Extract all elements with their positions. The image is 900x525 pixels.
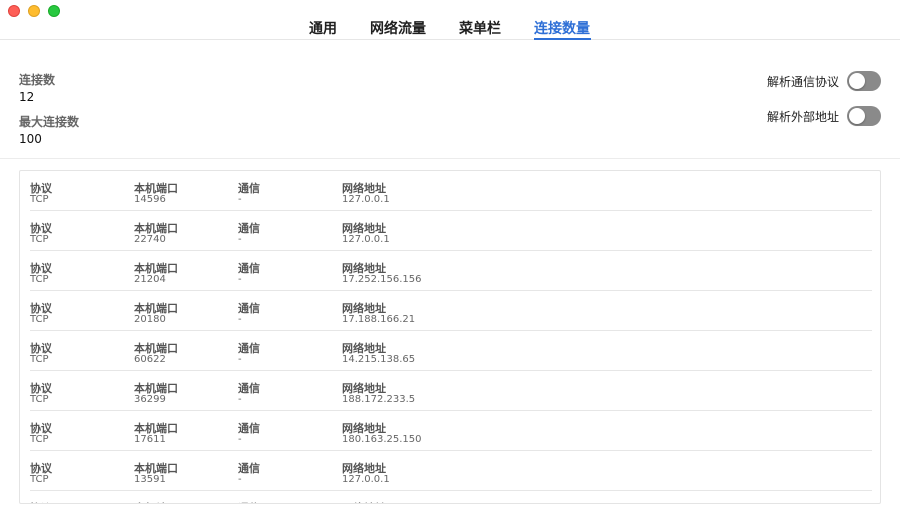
list-item[interactable]: 协议 本机端口 通信 网络地址 TCP 36299 - 188.172.233.… (20, 371, 880, 411)
window-titlebar: 通用 网络流量 菜单栏 连接数量 (0, 0, 900, 40)
close-window-button[interactable] (8, 5, 20, 17)
protocol-value: TCP (30, 194, 49, 205)
connections-label: 连接数 (19, 73, 56, 87)
protocol-value: TCP (30, 354, 49, 365)
tab-menubar[interactable]: 菜单栏 (459, 18, 501, 38)
protocol-value: TCP (30, 314, 49, 325)
parse-address-toggle[interactable] (847, 106, 881, 126)
comm-value: - (238, 394, 242, 405)
local-port-value: 14596 (134, 194, 166, 205)
comm-value: - (238, 274, 242, 285)
address-value: 17.252.156.156 (342, 274, 422, 285)
address-value: 17.188.166.21 (342, 314, 416, 325)
comm-value: - (238, 434, 242, 445)
comm-value: - (238, 474, 242, 485)
connections-list[interactable]: 协议 本机端口 通信 网络地址 TCP 14596 - 127.0.0.1 协议… (19, 170, 881, 504)
list-item[interactable]: 协议 本机端口 通信 网络地址 TCP 17611 - 180.163.25.1… (20, 411, 880, 451)
comm-header: 通信 (238, 500, 260, 503)
local-port-value: 17611 (134, 434, 166, 445)
comm-value: - (238, 234, 242, 245)
list-item[interactable]: 协议 本机端口 通信 网络地址 TCP 14596 - 127.0.0.1 (20, 171, 880, 211)
max-connections-value: 100 (19, 132, 42, 146)
connection-summary: 连接数 12 最大连接数 100 解析通信协议 解析外部地址 (0, 40, 900, 159)
protocol-value: TCP (30, 394, 49, 405)
local-port-value: 22740 (134, 234, 166, 245)
parse-address-label: 解析外部地址 (766, 109, 839, 124)
address-value: 127.0.0.1 (342, 194, 390, 205)
local-port-header: 本机端口 (134, 500, 178, 503)
local-port-value: 20180 (134, 314, 166, 325)
max-connections-label: 最大连接数 (19, 115, 80, 129)
connections-value: 12 (19, 90, 35, 104)
list-item[interactable]: 协议 本机端口 通信 网络地址 TCP 21204 - 17.252.156.1… (20, 251, 880, 291)
local-port-value: 36299 (134, 394, 166, 405)
list-item[interactable]: 协议 本机端口 通信 网络地址 TCP 13591 - 127.0.0.1 (20, 451, 880, 491)
preference-tabs: 通用 网络流量 菜单栏 连接数量 (0, 18, 900, 40)
parse-protocol-toggle[interactable] (847, 71, 881, 91)
address-value: 127.0.0.1 (342, 474, 390, 485)
protocol-value: TCP (30, 474, 49, 485)
comm-value: - (238, 354, 242, 365)
tab-general[interactable]: 通用 (309, 18, 337, 38)
tab-connections[interactable]: 连接数量 (534, 18, 590, 38)
list-item[interactable]: 协议 本机端口 通信 网络地址 TCP 22740 - 127.0.0.1 (20, 211, 880, 251)
toggle-knob (849, 73, 865, 89)
local-port-value: 13591 (134, 474, 166, 485)
list-item[interactable]: 协议 本机端口 通信 网络地址 (20, 491, 880, 503)
parse-address-row: 解析外部地址 (767, 105, 881, 127)
protocol-header: 协议 (30, 500, 52, 503)
address-value: 14.215.138.65 (342, 354, 416, 365)
local-port-value: 60622 (134, 354, 166, 365)
address-value: 188.172.233.5 (342, 394, 416, 405)
tab-network-traffic[interactable]: 网络流量 (370, 18, 426, 38)
protocol-value: TCP (30, 274, 49, 285)
address-value: 127.0.0.1 (342, 234, 390, 245)
minimize-window-button[interactable] (28, 5, 40, 17)
parse-protocol-label: 解析通信协议 (766, 74, 839, 89)
local-port-value: 21204 (134, 274, 166, 285)
protocol-value: TCP (30, 434, 49, 445)
zoom-window-button[interactable] (48, 5, 60, 17)
toggle-knob (849, 108, 865, 124)
protocol-value: TCP (30, 234, 49, 245)
parse-protocol-row: 解析通信协议 (767, 70, 881, 92)
comm-value: - (238, 314, 242, 325)
list-item[interactable]: 协议 本机端口 通信 网络地址 TCP 20180 - 17.188.166.2… (20, 291, 880, 331)
address-value: 180.163.25.150 (342, 434, 422, 445)
address-header: 网络地址 (342, 500, 386, 503)
comm-value: - (238, 194, 242, 205)
list-item[interactable]: 协议 本机端口 通信 网络地址 TCP 60622 - 14.215.138.6… (20, 331, 880, 371)
